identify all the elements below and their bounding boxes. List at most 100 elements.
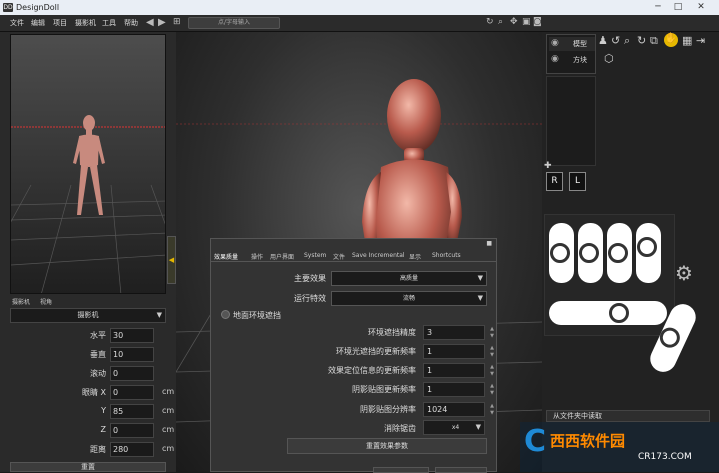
back-arrow-icon[interactable]: ◀	[146, 17, 154, 28]
chevron-down-icon: ▼	[156, 311, 162, 319]
rotate-icon[interactable]: ↻	[637, 34, 646, 47]
ok-button[interactable]	[373, 467, 429, 473]
vertical-input[interactable]: 10	[110, 347, 154, 362]
shadow-update-input[interactable]: 1 ▲ ▼	[423, 382, 494, 397]
close-icon[interactable]: ■	[486, 240, 492, 247]
eye-z-input[interactable]: 0	[110, 423, 154, 438]
finger-middle-slider[interactable]	[607, 223, 632, 283]
spinner-icon[interactable]: ▲ ▼	[490, 403, 494, 417]
ground-ao-toggle[interactable]	[221, 310, 230, 319]
shadow-resolution-value: 1024	[427, 405, 448, 414]
zoom-view-icon[interactable]: ⌕	[498, 17, 503, 27]
menu-project[interactable]: 项目	[53, 18, 67, 28]
watermark-c-icon: C	[524, 424, 547, 459]
tab-shortcuts[interactable]: Shortcuts	[432, 252, 461, 259]
distance-input[interactable]: 280	[110, 442, 154, 457]
shadow-update-value: 1	[427, 385, 433, 394]
camera-icon[interactable]: ◙	[533, 17, 542, 27]
roll-input[interactable]: 0	[110, 366, 154, 381]
spinner-icon[interactable]: ▲ ▼	[490, 383, 494, 397]
shadow-resolution-label: 阴影贴图分辨率	[360, 405, 416, 414]
finger-ring-slider[interactable]	[636, 223, 661, 283]
ao-update-input[interactable]: 1 ▲ ▼	[423, 344, 494, 359]
cube-icon[interactable]: ⬡	[604, 52, 614, 65]
maximize-button[interactable]: □	[669, 0, 687, 15]
antialias-select[interactable]: x4 ▼	[423, 420, 485, 435]
slider-knob[interactable]	[608, 243, 628, 263]
slider-knob[interactable]	[609, 303, 629, 323]
hand-icon[interactable]: ✋	[664, 33, 678, 47]
close-button[interactable]: ✕	[692, 0, 710, 15]
mirror-icon[interactable]: ⧉	[650, 34, 658, 48]
eye-icon[interactable]: ◉	[551, 38, 559, 48]
list-item[interactable]: ◉ 模型	[549, 37, 595, 51]
shadow-resolution-input[interactable]: 1024 ▲ ▼	[423, 402, 494, 417]
hand-spread-slider[interactable]	[549, 301, 667, 325]
tab-system[interactable]: System	[304, 252, 326, 259]
chevron-down-icon: ▼	[477, 274, 483, 282]
menu-tools[interactable]: 工具	[102, 18, 116, 28]
history-icon[interactable]: ⊞	[173, 17, 181, 27]
tab-camera[interactable]: 摄影机	[12, 297, 30, 306]
slider-knob[interactable]	[550, 243, 570, 263]
menu-file[interactable]: 文件	[10, 18, 24, 28]
forward-arrow-icon[interactable]: ▶	[158, 17, 166, 28]
finger-index-slider[interactable]	[578, 223, 603, 283]
list-item[interactable]: ◉ 方块	[549, 53, 595, 67]
move-view-icon[interactable]: ✥	[510, 17, 518, 27]
tab-file[interactable]: 文件	[333, 252, 345, 261]
finger-thumb-slider[interactable]	[549, 223, 574, 283]
main-effect-value: 高质量	[399, 275, 418, 282]
person-icon[interactable]: ♟	[598, 34, 608, 47]
tab-ui[interactable]: 用户界面	[270, 252, 294, 261]
menu-camera[interactable]: 摄影机	[75, 18, 96, 28]
horizontal-input[interactable]: 30	[110, 328, 154, 343]
spinner-icon[interactable]: ▲ ▼	[490, 364, 494, 378]
export-icon[interactable]: ⇥	[696, 34, 705, 47]
right-hand-label: R	[551, 176, 558, 186]
magnify-icon[interactable]: ⌕	[624, 34, 630, 48]
slider-knob[interactable]	[579, 243, 599, 263]
ao-precision-input[interactable]: 3 ▲ ▼	[423, 325, 494, 340]
tab-display[interactable]: 显示	[409, 252, 421, 261]
runtime-effect-select[interactable]: 流畅 ▼	[331, 291, 487, 306]
spinner-icon[interactable]: ▲ ▼	[490, 326, 494, 340]
cancel-button[interactable]	[435, 467, 487, 473]
collapse-panel-handle[interactable]: ◀	[167, 236, 176, 284]
reset-effect-params-button[interactable]: 重置效果参数	[287, 438, 487, 454]
effect-pos-update-label: 效果定位信息的更新频率	[328, 366, 416, 375]
camera-select[interactable]: 摄影机 ▼	[10, 308, 166, 323]
eye-y-input[interactable]: 85	[110, 404, 154, 419]
field-label: Z	[100, 425, 106, 434]
gear-icon[interactable]: ⚙	[675, 261, 693, 285]
tab-save-incremental[interactable]: Save Incremental	[352, 252, 405, 259]
menu-help[interactable]: 帮助	[124, 18, 138, 28]
spinner-icon[interactable]: ▲ ▼	[490, 345, 494, 359]
eye-x-input[interactable]: 0	[110, 385, 154, 400]
hand-controller	[544, 214, 675, 336]
search-input[interactable]: 点/字母输入	[188, 17, 280, 29]
title-bar: DD DesignDoll ─ □ ✕	[0, 0, 719, 15]
menu-edit[interactable]: 编辑	[31, 18, 45, 28]
tab-view[interactable]: 视角	[40, 297, 52, 306]
load-from-folder-button[interactable]: 从文件夹中读取	[546, 410, 710, 422]
rotate-view-icon[interactable]: ↻	[486, 17, 494, 27]
tab-effect-quality[interactable]: 效果质量	[214, 252, 238, 261]
unit-label: cm	[162, 425, 175, 434]
pose-icon[interactable]: ↺	[611, 34, 620, 47]
ao-precision-label: 环境遮挡精度	[368, 328, 416, 337]
eye-icon[interactable]: ◉	[551, 54, 559, 64]
slider-knob[interactable]	[637, 237, 657, 257]
fit-view-icon[interactable]: ▣	[522, 17, 531, 27]
right-hand-button[interactable]: R	[546, 172, 563, 191]
minimize-button[interactable]: ─	[649, 0, 667, 15]
left-hand-button[interactable]: L	[569, 172, 586, 191]
tab-operation[interactable]: 操作	[251, 252, 263, 261]
add-icon[interactable]: ✚	[544, 161, 552, 171]
tab-divider	[211, 261, 496, 262]
camera-preview-viewport[interactable]	[10, 34, 166, 294]
grid-icon[interactable]: ▦	[682, 34, 692, 47]
main-effect-select[interactable]: 高质量 ▼	[331, 271, 487, 286]
reset-camera-button[interactable]: 重置	[10, 462, 166, 472]
effect-pos-update-input[interactable]: 1 ▲ ▼	[423, 363, 494, 378]
